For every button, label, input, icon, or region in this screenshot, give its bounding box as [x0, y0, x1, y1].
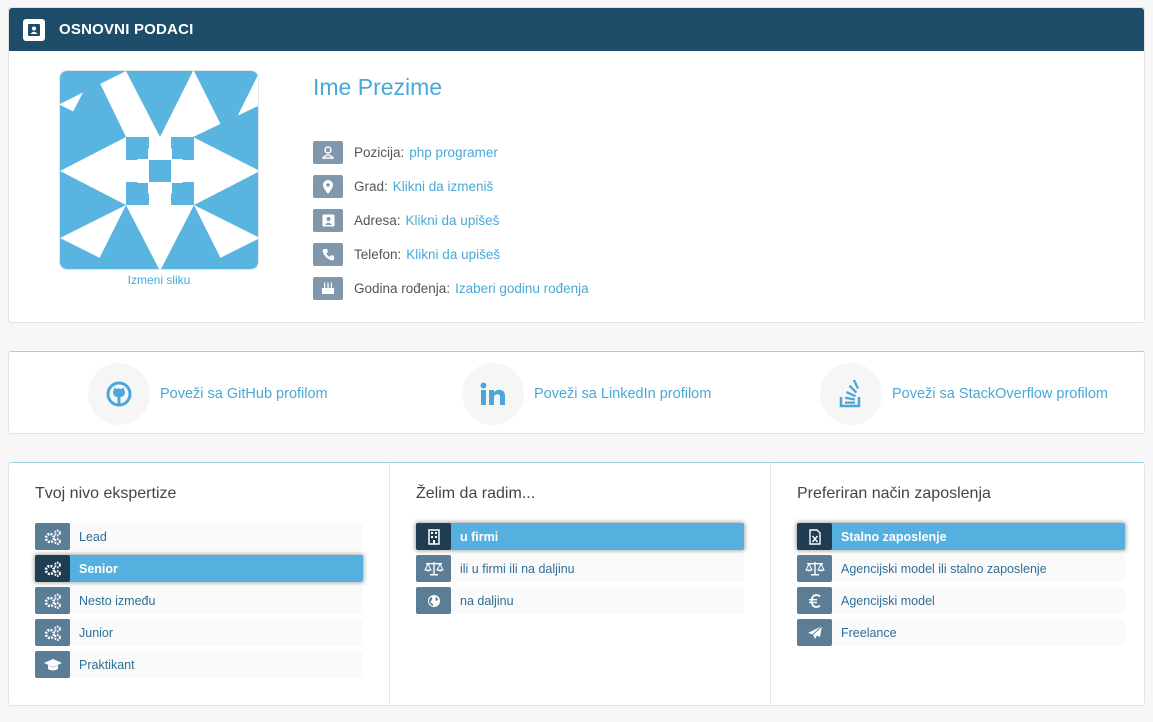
stackoverflow-icon [820, 363, 882, 425]
info-row-address: Adresa: Klikni da upišeš [313, 209, 589, 232]
panel-title: OSNOVNI PODACI [59, 21, 194, 38]
expertise-option-intern[interactable]: Praktikant [35, 651, 363, 678]
option-label: Lead [79, 529, 107, 544]
position-value[interactable]: php programer [409, 145, 498, 160]
balance-scale-icon [797, 555, 832, 582]
work-location-title: Želim da radim... [416, 485, 536, 502]
option-label: Agencijski model [841, 593, 935, 608]
connect-github-button[interactable]: Poveži sa GitHub profilom [88, 363, 328, 425]
euro-icon [797, 587, 832, 614]
work-option-hybrid[interactable]: ili u firmi ili na daljinu [416, 555, 744, 582]
globe-icon [416, 587, 451, 614]
employment-option-agency[interactable]: Agencijski model [797, 587, 1125, 614]
option-label: Junior [79, 625, 114, 640]
birthday-cake-icon [313, 277, 343, 300]
expertise-option-junior[interactable]: Junior [35, 619, 363, 646]
gears-icon [35, 587, 70, 614]
info-label: Telefon: [354, 247, 402, 262]
github-label: Poveži sa GitHub profilom [160, 386, 328, 402]
employment-option-freelance[interactable]: Freelance [797, 619, 1125, 646]
address-card-icon [313, 209, 343, 232]
city-value[interactable]: Klikni da izmeniš [393, 179, 494, 194]
info-label: Adresa: [354, 213, 401, 228]
gears-icon [35, 555, 70, 582]
employment-column: Preferiran način zaposlenja Stalno zapos… [771, 463, 1151, 705]
info-row-phone: Telefon: Klikni da upišeš [313, 243, 589, 266]
employment-option-permanent[interactable]: Stalno zaposlenje [797, 523, 1125, 550]
building-icon [416, 523, 451, 550]
option-label: na daljinu [460, 593, 514, 608]
info-row-position: Pozicija: php programer [313, 141, 589, 164]
connect-linkedin-button[interactable]: Poveži sa LinkedIn profilom [462, 363, 711, 425]
option-label: Nesto između [79, 593, 156, 608]
work-option-office[interactable]: u firmi [416, 523, 744, 550]
file-excel-icon [797, 523, 832, 550]
paper-plane-icon [797, 619, 832, 646]
phone-value[interactable]: Klikni da upišeš [406, 247, 500, 262]
user-icon [313, 141, 343, 164]
balance-scale-icon [416, 555, 451, 582]
github-icon [88, 363, 150, 425]
option-label: Freelance [841, 625, 897, 640]
gears-icon [35, 619, 70, 646]
social-connect-panel: Poveži sa GitHub profilom Poveži sa Link… [8, 351, 1145, 434]
info-row-city: Grad: Klikni da izmeniš [313, 175, 589, 198]
profile-avatar[interactable] [59, 70, 259, 270]
option-label: Stalno zaposlenje [841, 529, 947, 544]
employment-title: Preferiran način zaposlenja [797, 485, 991, 502]
basic-info-panel: OSNOVNI PODACI Izmeni sliku Ime Prezime … [8, 7, 1145, 323]
info-label: Grad: [354, 179, 388, 194]
expertise-option-lead[interactable]: Lead [35, 523, 363, 550]
map-marker-icon [313, 175, 343, 198]
address-book-icon [23, 18, 45, 41]
option-label: u firmi [460, 529, 499, 544]
option-label: Senior [79, 561, 118, 576]
address-value[interactable]: Klikni da upišeš [406, 213, 500, 228]
connect-stackoverflow-button[interactable]: Poveži sa StackOverflow profilom [820, 363, 1108, 425]
phone-icon [313, 243, 343, 266]
stackoverflow-label: Poveži sa StackOverflow profilom [892, 386, 1108, 402]
option-label: ili u firmi ili na daljinu [460, 561, 575, 576]
info-list: Pozicija: php programer Grad: Klikni da … [313, 141, 589, 311]
expertise-column: Tvoj nivo ekspertize Lead Senior Nesto i… [9, 463, 390, 705]
info-row-birth-year: Godina rođenja: Izaberi godinu rođenja [313, 277, 589, 300]
option-label: Agencijski model ili stalno zaposlenje [841, 561, 1047, 576]
birth-year-value[interactable]: Izaberi godinu rođenja [455, 281, 589, 296]
profile-name[interactable]: Ime Prezime [313, 74, 442, 101]
gears-icon [35, 523, 70, 550]
info-label: Godina rođenja: [354, 281, 451, 296]
change-photo-link[interactable]: Izmeni sliku [59, 273, 259, 287]
employment-option-agency-or-permanent[interactable]: Agencijski model ili stalno zaposlenje [797, 555, 1125, 582]
linkedin-icon [462, 363, 524, 425]
work-location-column: Želim da radim... u firmi ili u firmi il… [390, 463, 771, 705]
info-label: Pozicija: [354, 145, 405, 160]
expertise-option-senior[interactable]: Senior [35, 555, 363, 582]
expertise-title: Tvoj nivo ekspertize [35, 485, 177, 502]
linkedin-label: Poveži sa LinkedIn profilom [534, 386, 712, 402]
work-option-remote[interactable]: na daljinu [416, 587, 744, 614]
panel-header: OSNOVNI PODACI [9, 8, 1144, 51]
graduation-cap-icon [35, 651, 70, 678]
preferences-panel: Tvoj nivo ekspertize Lead Senior Nesto i… [8, 462, 1145, 706]
option-label: Praktikant [79, 657, 135, 672]
expertise-option-mid[interactable]: Nesto između [35, 587, 363, 614]
